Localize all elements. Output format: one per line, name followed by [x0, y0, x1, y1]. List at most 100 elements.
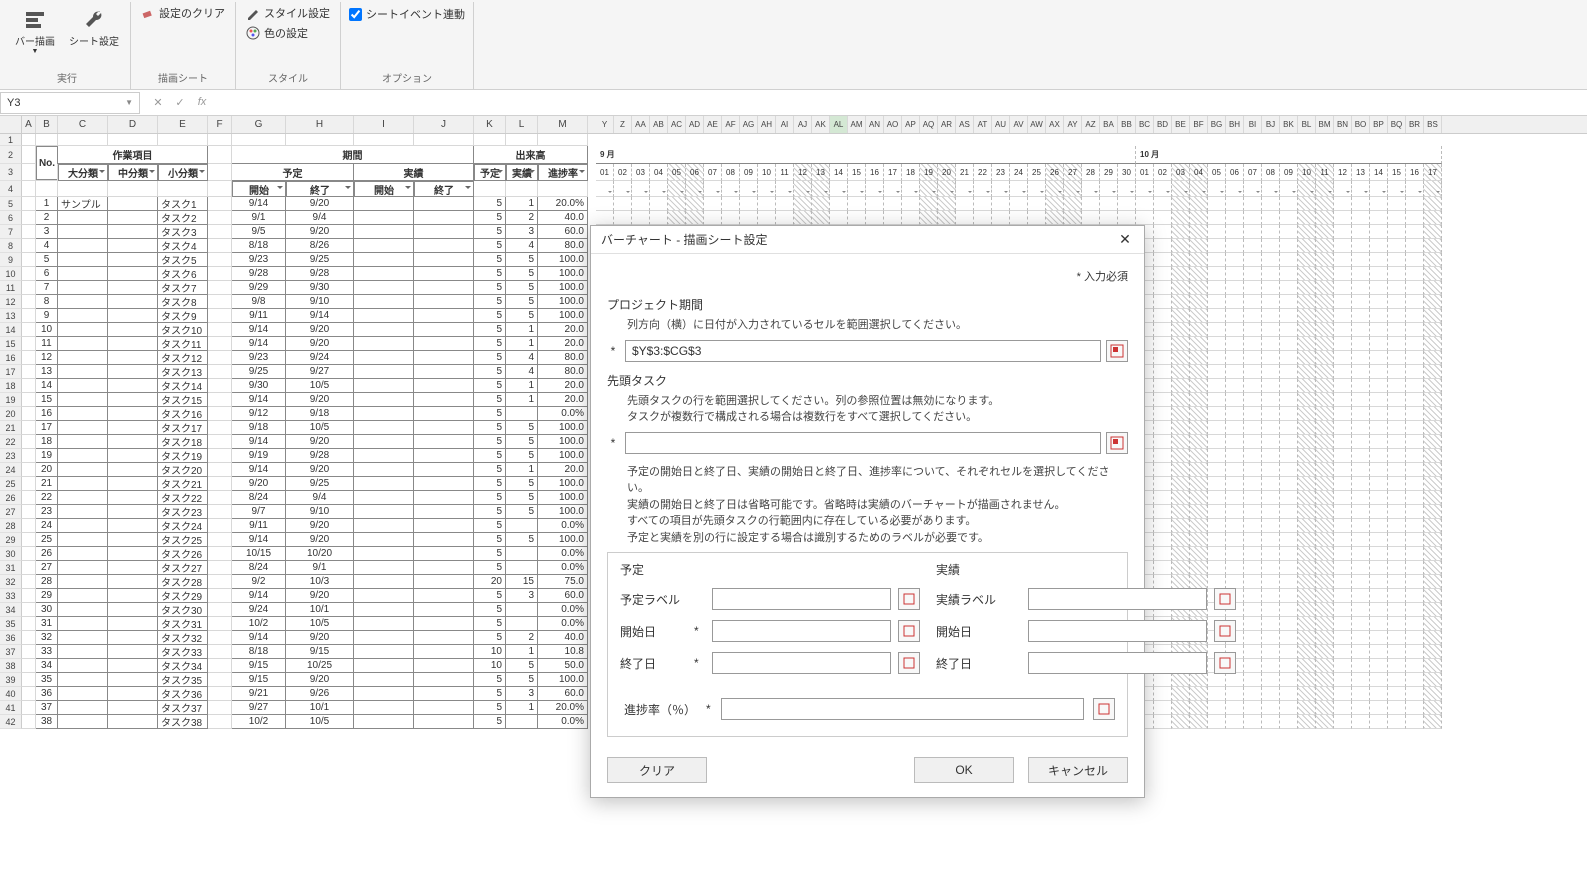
row-no[interactable]: 1 — [36, 197, 58, 211]
start-header[interactable]: 開始 — [232, 181, 286, 197]
timeline-cell[interactable] — [1388, 575, 1406, 589]
timeline-cell[interactable] — [1172, 337, 1190, 351]
timeline-cell[interactable] — [938, 211, 956, 225]
row-dai[interactable] — [58, 561, 108, 575]
timeline-cell[interactable] — [686, 181, 704, 197]
timeline-cell[interactable] — [740, 197, 758, 211]
row-dai[interactable] — [58, 505, 108, 519]
cell[interactable] — [22, 477, 36, 491]
row-progress[interactable]: 100.0 — [538, 421, 588, 435]
timeline-cell[interactable]: 04 — [1190, 164, 1208, 181]
row-header[interactable]: 39 — [0, 673, 22, 687]
timeline-cell[interactable] — [884, 197, 902, 211]
timeline-cell[interactable] — [1226, 701, 1244, 715]
row-y[interactable]: 5 — [474, 505, 506, 519]
timeline-cell[interactable] — [1244, 197, 1262, 211]
timeline-cell[interactable] — [1424, 673, 1442, 687]
timeline-cell[interactable] — [1352, 253, 1370, 267]
timeline-cell[interactable] — [1244, 181, 1262, 197]
row-plan-end[interactable]: 10/1 — [286, 701, 354, 715]
cell[interactable] — [208, 477, 232, 491]
timeline-cell[interactable] — [1298, 659, 1316, 673]
row-plan-end[interactable]: 8/26 — [286, 239, 354, 253]
timeline-cell[interactable] — [1352, 225, 1370, 239]
enter-formula-icon[interactable]: ✓ — [170, 96, 190, 109]
timeline-cell[interactable] — [1280, 379, 1298, 393]
row-plan-end[interactable]: 9/20 — [286, 435, 354, 449]
name-box[interactable]: Y3 ▼ — [0, 92, 140, 114]
timeline-cell[interactable] — [1280, 351, 1298, 365]
timeline-cell[interactable] — [1208, 435, 1226, 449]
timeline-cell[interactable] — [1334, 449, 1352, 463]
timeline-cell[interactable] — [1190, 351, 1208, 365]
timeline-cell[interactable] — [1262, 181, 1280, 197]
timeline-cell[interactable] — [1226, 533, 1244, 547]
timeline-cell[interactable] — [1262, 617, 1280, 631]
timeline-cell[interactable] — [1244, 407, 1262, 421]
timeline-cell[interactable] — [1244, 281, 1262, 295]
row-progress[interactable]: 100.0 — [538, 673, 588, 687]
row-dai[interactable] — [58, 225, 108, 239]
timeline-cell[interactable] — [1424, 211, 1442, 225]
timeline-cell[interactable] — [1172, 519, 1190, 533]
timeline-cell[interactable] — [1262, 435, 1280, 449]
timeline-cell[interactable] — [1370, 211, 1388, 225]
timeline-cell[interactable] — [1316, 197, 1334, 211]
range-picker-icon[interactable] — [1214, 652, 1236, 674]
timeline-cell[interactable]: 11 — [1316, 164, 1334, 181]
row-act-end[interactable] — [414, 491, 474, 505]
row-act-end[interactable] — [414, 533, 474, 547]
col-header[interactable]: AT — [974, 116, 992, 133]
cell[interactable] — [208, 281, 232, 295]
cell[interactable] — [22, 281, 36, 295]
timeline-cell[interactable] — [1244, 701, 1262, 715]
timeline-cell[interactable] — [1370, 421, 1388, 435]
row-act-end[interactable] — [414, 477, 474, 491]
cell[interactable] — [36, 134, 58, 146]
cell[interactable] — [208, 463, 232, 477]
timeline-cell[interactable]: 03 — [632, 164, 650, 181]
cell[interactable] — [22, 519, 36, 533]
timeline-cell[interactable] — [1298, 295, 1316, 309]
row-y[interactable]: 5 — [474, 407, 506, 421]
row-header[interactable]: 4 — [0, 181, 22, 197]
planned-end-input[interactable] — [712, 652, 891, 674]
dialog-titlebar[interactable]: バーチャート - 描画シート設定 ✕ — [591, 226, 1144, 254]
timeline-cell[interactable] — [1334, 379, 1352, 393]
timeline-cell[interactable] — [920, 211, 938, 225]
timeline-cell[interactable] — [1406, 197, 1424, 211]
timeline-cell[interactable] — [1334, 309, 1352, 323]
timeline-cell[interactable] — [1406, 463, 1424, 477]
timeline-cell[interactable] — [1100, 181, 1118, 197]
timeline-cell[interactable] — [650, 197, 668, 211]
row-y[interactable]: 5 — [474, 435, 506, 449]
timeline-cell[interactable] — [1424, 225, 1442, 239]
timeline-cell[interactable] — [1046, 181, 1064, 197]
timeline-cell[interactable] — [1280, 239, 1298, 253]
timeline-cell[interactable] — [1154, 181, 1172, 197]
timeline-cell[interactable] — [1370, 253, 1388, 267]
cell[interactable] — [22, 407, 36, 421]
timeline-cell[interactable] — [1316, 659, 1334, 673]
plan-header[interactable]: 予定 — [232, 164, 354, 181]
timeline-cell[interactable] — [1154, 267, 1172, 281]
timeline-cell[interactable] — [1208, 295, 1226, 309]
cell[interactable] — [538, 134, 588, 146]
timeline-cell[interactable] — [1154, 449, 1172, 463]
row-plan-start[interactable]: 10/2 — [232, 715, 286, 729]
timeline-cell[interactable] — [1352, 239, 1370, 253]
timeline-cell[interactable] — [1424, 365, 1442, 379]
timeline-cell[interactable] — [1370, 659, 1388, 673]
timeline-cell[interactable] — [1334, 561, 1352, 575]
timeline-cell[interactable] — [1406, 309, 1424, 323]
row-plan-start[interactable]: 9/11 — [232, 309, 286, 323]
timeline-cell[interactable] — [1154, 701, 1172, 715]
timeline-cell[interactable] — [1316, 407, 1334, 421]
timeline-cell[interactable] — [1010, 211, 1028, 225]
timeline-cell[interactable]: 12 — [794, 164, 812, 181]
timeline-cell[interactable]: 14 — [830, 164, 848, 181]
timeline-cell[interactable] — [1226, 239, 1244, 253]
timeline-cell[interactable] — [1082, 197, 1100, 211]
color-settings-button[interactable]: 色の設定 — [242, 24, 334, 42]
col-header[interactable]: AF — [722, 116, 740, 133]
